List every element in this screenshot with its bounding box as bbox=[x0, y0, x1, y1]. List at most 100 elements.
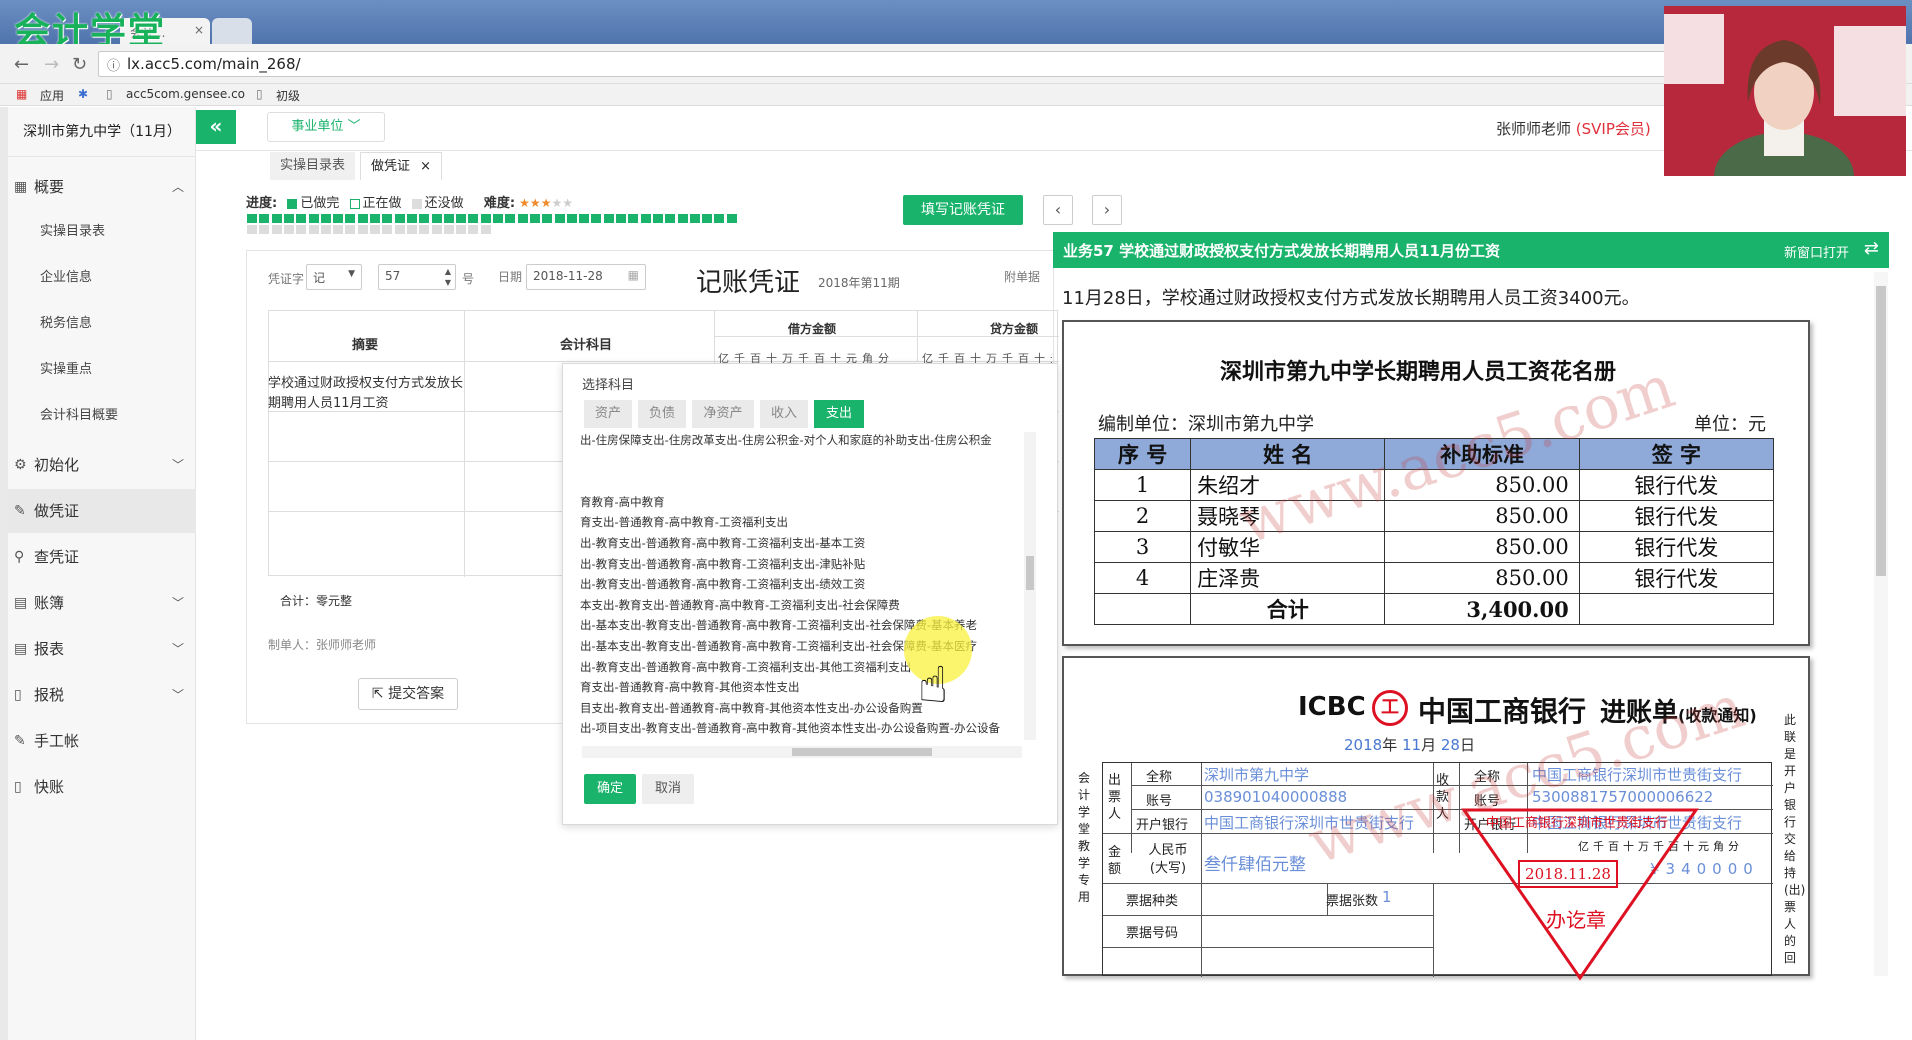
cancel-button[interactable]: 取消 bbox=[642, 774, 694, 804]
reload-icon[interactable]: ↻ bbox=[72, 54, 87, 75]
progress-cell[interactable] bbox=[431, 214, 442, 223]
progress-cell[interactable] bbox=[456, 225, 467, 234]
list-item[interactable]: 本支出-教育支出-普通教育-高中教育-工资福利支出-社会保障费 bbox=[580, 597, 1020, 613]
progress-cell[interactable] bbox=[480, 214, 491, 223]
progress-cell[interactable] bbox=[616, 214, 626, 223]
stepper-icon[interactable]: ▲ ▼ bbox=[445, 266, 451, 288]
user-name[interactable]: 张师师老师 (SVIP会员) bbox=[1496, 118, 1651, 139]
progress-cell[interactable] bbox=[431, 225, 442, 234]
list-item[interactable]: 出-教育支出-普通教育-高中教育-工资福利支出-基本工资 bbox=[580, 535, 1020, 551]
list-item[interactable]: 育教育-高中教育 bbox=[580, 494, 1020, 510]
progress-cell[interactable] bbox=[271, 214, 282, 223]
progress-cell[interactable] bbox=[419, 225, 430, 234]
progress-cell[interactable] bbox=[308, 225, 319, 234]
collapse-sidebar-button[interactable]: « bbox=[196, 110, 236, 144]
progress-cell[interactable] bbox=[333, 214, 344, 223]
progress-cell[interactable] bbox=[517, 214, 528, 223]
list-item[interactable]: 育支出-普通教育-高中教育-其他资本性支出 bbox=[580, 679, 1020, 695]
progress-cell[interactable] bbox=[726, 214, 737, 223]
progress-cell[interactable] bbox=[652, 214, 663, 223]
sidebar-subitem-tax[interactable]: 税务信息 bbox=[8, 301, 196, 347]
list-item[interactable]: 育支出-普通教育-高中教育-工资福利支出 bbox=[580, 514, 1020, 530]
progress-cell[interactable] bbox=[259, 225, 270, 234]
progress-cell[interactable] bbox=[345, 214, 356, 223]
progress-cell[interactable] bbox=[591, 214, 602, 223]
submit-answer-button[interactable]: ⇱ 提交答案 bbox=[358, 678, 458, 710]
progress-cell[interactable] bbox=[493, 214, 503, 223]
progress-cell[interactable] bbox=[566, 214, 577, 223]
progress-cell[interactable] bbox=[370, 225, 380, 234]
picker-tab-net-assets[interactable]: 净资产 bbox=[692, 400, 754, 428]
bookmark-beginner[interactable]: 初级 bbox=[276, 87, 300, 104]
sidebar-item-quick[interactable]: ▯ 快账 bbox=[8, 765, 196, 809]
progress-cell[interactable] bbox=[406, 225, 417, 234]
progress-cell[interactable] bbox=[677, 214, 688, 223]
progress-cell[interactable] bbox=[443, 214, 454, 223]
progress-cell[interactable] bbox=[603, 214, 614, 223]
scrollbar-thumb[interactable] bbox=[1026, 556, 1034, 590]
progress-cell[interactable] bbox=[640, 214, 651, 223]
sidebar-subitem-catalog[interactable]: 实操目录表 bbox=[8, 209, 196, 255]
progress-cell[interactable] bbox=[357, 214, 368, 223]
progress-cell[interactable] bbox=[628, 214, 639, 223]
progress-cell[interactable] bbox=[283, 214, 294, 223]
sidebar-subitem-company[interactable]: 企业信息 bbox=[8, 255, 196, 301]
apps-icon[interactable]: ▦ bbox=[16, 87, 27, 101]
progress-cell[interactable] bbox=[689, 214, 700, 223]
tab-catalog[interactable]: 实操目录表 bbox=[270, 152, 356, 180]
unit-type-select[interactable]: 事业单位 ﹀ bbox=[267, 112, 385, 142]
progress-cell[interactable] bbox=[345, 225, 356, 234]
sidebar-item-init[interactable]: ⚙ 初始化 ﹀ bbox=[8, 443, 196, 487]
progress-cell[interactable] bbox=[357, 225, 368, 234]
picker-tab-assets[interactable]: 资产 bbox=[584, 400, 632, 428]
next-button[interactable]: › bbox=[1092, 195, 1122, 225]
progress-cell[interactable] bbox=[283, 225, 294, 234]
progress-cell[interactable] bbox=[468, 225, 479, 234]
progress-cell[interactable] bbox=[406, 214, 417, 223]
progress-cell[interactable] bbox=[456, 214, 467, 223]
sidebar-item-reports[interactable]: ▤ 报表 ﹀ bbox=[8, 627, 196, 671]
progress-cell[interactable] bbox=[394, 225, 405, 234]
scrollbar-thumb[interactable] bbox=[792, 748, 932, 756]
open-new-window-link[interactable]: 新窗口打开 bbox=[1784, 242, 1849, 261]
progress-cell[interactable] bbox=[308, 214, 319, 223]
forward-icon[interactable]: → bbox=[44, 54, 59, 75]
scrollbar-vertical[interactable] bbox=[1024, 432, 1036, 740]
sidebar-item-ledger[interactable]: ▤ 账簿 ﹀ bbox=[8, 581, 196, 625]
list-item[interactable]: 出-教育支出-普通教育-高中教育-工资福利支出-津贴补贴 bbox=[580, 556, 1020, 572]
progress-cell[interactable] bbox=[529, 214, 540, 223]
voucher-number-input[interactable]: 57 ▲ ▼ bbox=[378, 264, 456, 290]
progress-cell[interactable] bbox=[259, 214, 270, 223]
progress-cell[interactable] bbox=[714, 214, 725, 223]
progress-cell[interactable] bbox=[320, 214, 331, 223]
progress-cell[interactable] bbox=[271, 225, 282, 234]
sidebar-item-overview[interactable]: ▦ 概要 ︿ bbox=[8, 165, 196, 209]
progress-cell[interactable] bbox=[382, 225, 393, 234]
list-item[interactable]: 出-教育支出-普通教育-高中教育-工资福利支出-绩效工资 bbox=[580, 576, 1020, 592]
fill-voucher-button[interactable]: 填写记账凭证 bbox=[903, 195, 1023, 225]
picker-tab-liabilities[interactable]: 负债 bbox=[638, 400, 686, 428]
sidebar-subitem-subjects[interactable]: 会计科目概要 bbox=[8, 393, 196, 439]
new-tab-button[interactable] bbox=[212, 18, 252, 44]
list-item[interactable]: 目支出-教育支出-普通教育-高中教育-其他资本性支出-办公设备购置 bbox=[580, 700, 1020, 716]
sidebar-item-tax[interactable]: ▯ 报税 ﹀ bbox=[8, 673, 196, 717]
calendar-icon[interactable]: ▦ bbox=[628, 268, 639, 282]
scrollbar-thumb[interactable] bbox=[1876, 286, 1886, 576]
sidebar-item-make-voucher[interactable]: ✎ 做凭证 bbox=[8, 489, 196, 533]
progress-cell[interactable] bbox=[419, 214, 430, 223]
close-icon[interactable]: × bbox=[420, 159, 431, 174]
url-input[interactable]: ⓘ lx.acc5.com/main_268/ bbox=[98, 51, 1668, 77]
picker-tab-income[interactable]: 收入 bbox=[760, 400, 808, 428]
tab-make-voucher[interactable]: 做凭证 × bbox=[360, 152, 443, 180]
progress-cell[interactable] bbox=[554, 214, 565, 223]
progress-cell[interactable] bbox=[665, 214, 676, 223]
close-icon[interactable]: × bbox=[194, 23, 204, 37]
bookmark-apps[interactable]: 应用 bbox=[40, 87, 64, 104]
progress-cell[interactable] bbox=[247, 214, 257, 223]
progress-cell[interactable] bbox=[468, 214, 479, 223]
progress-cell[interactable] bbox=[296, 214, 307, 223]
summary-cell[interactable]: 学校通过财政授权支付方式发放长期聘用人员11月工资 bbox=[268, 374, 466, 414]
progress-cell[interactable] bbox=[702, 214, 713, 223]
progress-cell[interactable] bbox=[247, 225, 257, 234]
sidebar-subitem-keypoints[interactable]: 实操重点 bbox=[8, 347, 196, 393]
